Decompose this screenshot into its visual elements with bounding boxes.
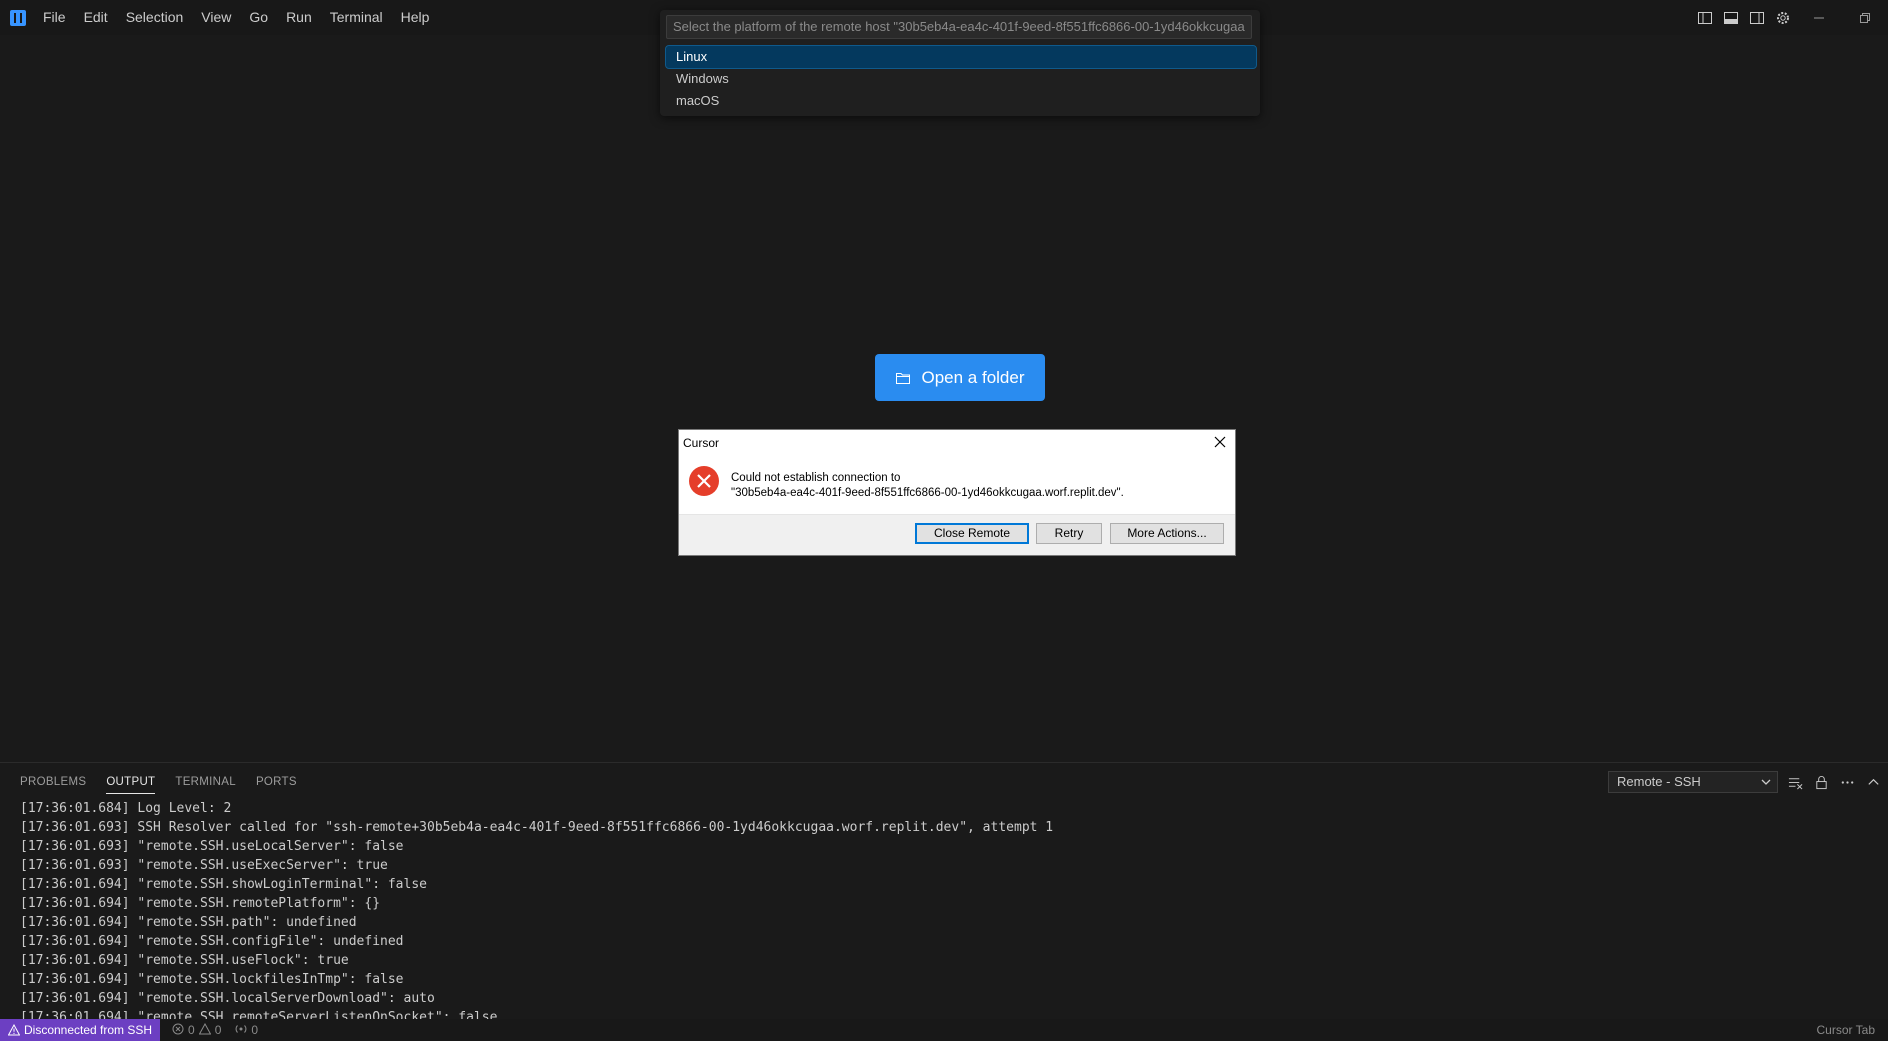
close-remote-button[interactable]: Close Remote (915, 523, 1029, 544)
dialog-title: Cursor (683, 436, 720, 450)
dialog-footer: Close Remote Retry More Actions... (679, 514, 1235, 555)
ports-count: 0 (251, 1023, 259, 1037)
quick-pick-input[interactable]: Select the platform of the remote host "… (666, 15, 1252, 39)
dialog-message-line1: Could not establish connection to (731, 472, 901, 484)
option-linux[interactable]: Linux (665, 45, 1257, 69)
menu-help[interactable]: Help (392, 0, 439, 35)
warning-count: 0 (214, 1023, 222, 1037)
error-count: 0 (188, 1023, 195, 1037)
dialog-message-line2: "30b5eb4a-ea4c-401f-9eed-8f551ffc6866-00… (731, 487, 1124, 499)
menu-file[interactable]: File (34, 0, 75, 35)
title-controls (1692, 0, 1888, 35)
log-line: [17:36:01.693] "remote.SSH.useExecServer… (20, 858, 388, 873)
more-actions-icon[interactable] (1834, 771, 1860, 793)
app-logo-icon (10, 10, 26, 26)
dialog-message: Could not establish connection to "30b5e… (731, 471, 1124, 501)
menu-terminal[interactable]: Terminal (321, 0, 392, 35)
tab-problems[interactable]: PROBLEMS (10, 763, 96, 801)
option-windows[interactable]: Windows (666, 68, 1256, 90)
menu-bar: File Edit Selection View Go Run Terminal… (34, 0, 438, 35)
clear-output-icon[interactable] (1782, 771, 1808, 793)
status-bar: Disconnected from SSH 0 0 0 Cursor Tab (0, 1019, 1888, 1041)
remote-indicator[interactable]: Disconnected from SSH (0, 1019, 161, 1041)
log-line: [17:36:01.684] Log Level: 2 (20, 801, 232, 816)
panel-tabs: PROBLEMS OUTPUT TERMINAL PORTS (10, 763, 307, 801)
toggle-panel-icon[interactable] (1718, 0, 1744, 35)
problems-status[interactable]: 0 0 0 (172, 1019, 258, 1041)
menu-go[interactable]: Go (240, 0, 277, 35)
output-channel-label: Remote - SSH (1617, 774, 1701, 789)
tab-terminal[interactable]: TERMINAL (165, 763, 246, 801)
more-actions-button[interactable]: More Actions... (1110, 523, 1224, 544)
error-count-icon (172, 1023, 184, 1038)
tab-output[interactable]: OUTPUT (96, 763, 165, 801)
log-line: [17:36:01.694] "remote.SSH.path": undefi… (20, 915, 357, 930)
lock-icon[interactable] (1808, 771, 1834, 793)
menu-edit[interactable]: Edit (75, 0, 117, 35)
platform-quick-pick: Select the platform of the remote host "… (660, 10, 1260, 116)
log-line: [17:36:01.694] "remote.SSH.lockfilesInTm… (20, 972, 404, 987)
log-line: [17:36:01.694] "remote.SSH.configFile": … (20, 934, 404, 949)
open-folder-label: Open a folder (921, 367, 1025, 387)
log-line: [17:36:01.694] "remote.SSH.useFlock": tr… (20, 953, 349, 968)
output-channel-select[interactable]: Remote - SSH (1608, 771, 1778, 793)
maximize-panel-icon[interactable] (1860, 771, 1886, 793)
close-icon[interactable] (1211, 433, 1229, 451)
cursor-tab-status[interactable]: Cursor Tab (1817, 1019, 1875, 1041)
log-line: [17:36:01.693] "remote.SSH.useLocalServe… (20, 839, 404, 854)
log-line: [17:36:01.694] "remote.SSH.remoteServerL… (20, 1010, 498, 1019)
folder-icon (896, 372, 911, 384)
panel-actions (1782, 771, 1886, 793)
warning-icon (8, 1024, 20, 1036)
menu-view[interactable]: View (192, 0, 240, 35)
minimize-button[interactable] (1796, 0, 1842, 35)
menu-run[interactable]: Run (277, 0, 321, 35)
connection-error-dialog: Cursor Could not establish connection to… (678, 429, 1236, 556)
remote-label: Disconnected from SSH (24, 1023, 153, 1037)
option-macos[interactable]: macOS (666, 90, 1256, 112)
log-line: [17:36:01.694] "remote.SSH.localServerDo… (20, 991, 435, 1006)
open-folder-button[interactable]: Open a folder (875, 354, 1045, 401)
bottom-panel: PROBLEMS OUTPUT TERMINAL PORTS Remote - … (0, 762, 1888, 1023)
quick-pick-list: Linux Windows macOS (665, 45, 1257, 112)
retry-button[interactable]: Retry (1036, 523, 1102, 544)
log-line: [17:36:01.693] SSH Resolver called for "… (20, 820, 1054, 835)
ports-icon (235, 1023, 247, 1038)
restore-button[interactable] (1842, 0, 1888, 35)
warning-count-icon (198, 1022, 212, 1038)
chevron-down-icon (1761, 779, 1771, 785)
tab-ports[interactable]: PORTS (246, 763, 307, 801)
settings-gear-icon[interactable] (1770, 0, 1796, 35)
log-line: [17:36:01.694] "remote.SSH.showLoginTerm… (20, 877, 427, 892)
toggle-primary-sidebar-icon[interactable] (1692, 0, 1718, 35)
error-icon (689, 466, 719, 496)
menu-selection[interactable]: Selection (117, 0, 193, 35)
toggle-secondary-sidebar-icon[interactable] (1744, 0, 1770, 35)
log-line: [17:36:01.694] "remote.SSH.remotePlatfor… (20, 896, 381, 911)
output-log[interactable]: [17:36:01.684] Log Level: 2 [17:36:01.69… (20, 799, 1880, 1019)
